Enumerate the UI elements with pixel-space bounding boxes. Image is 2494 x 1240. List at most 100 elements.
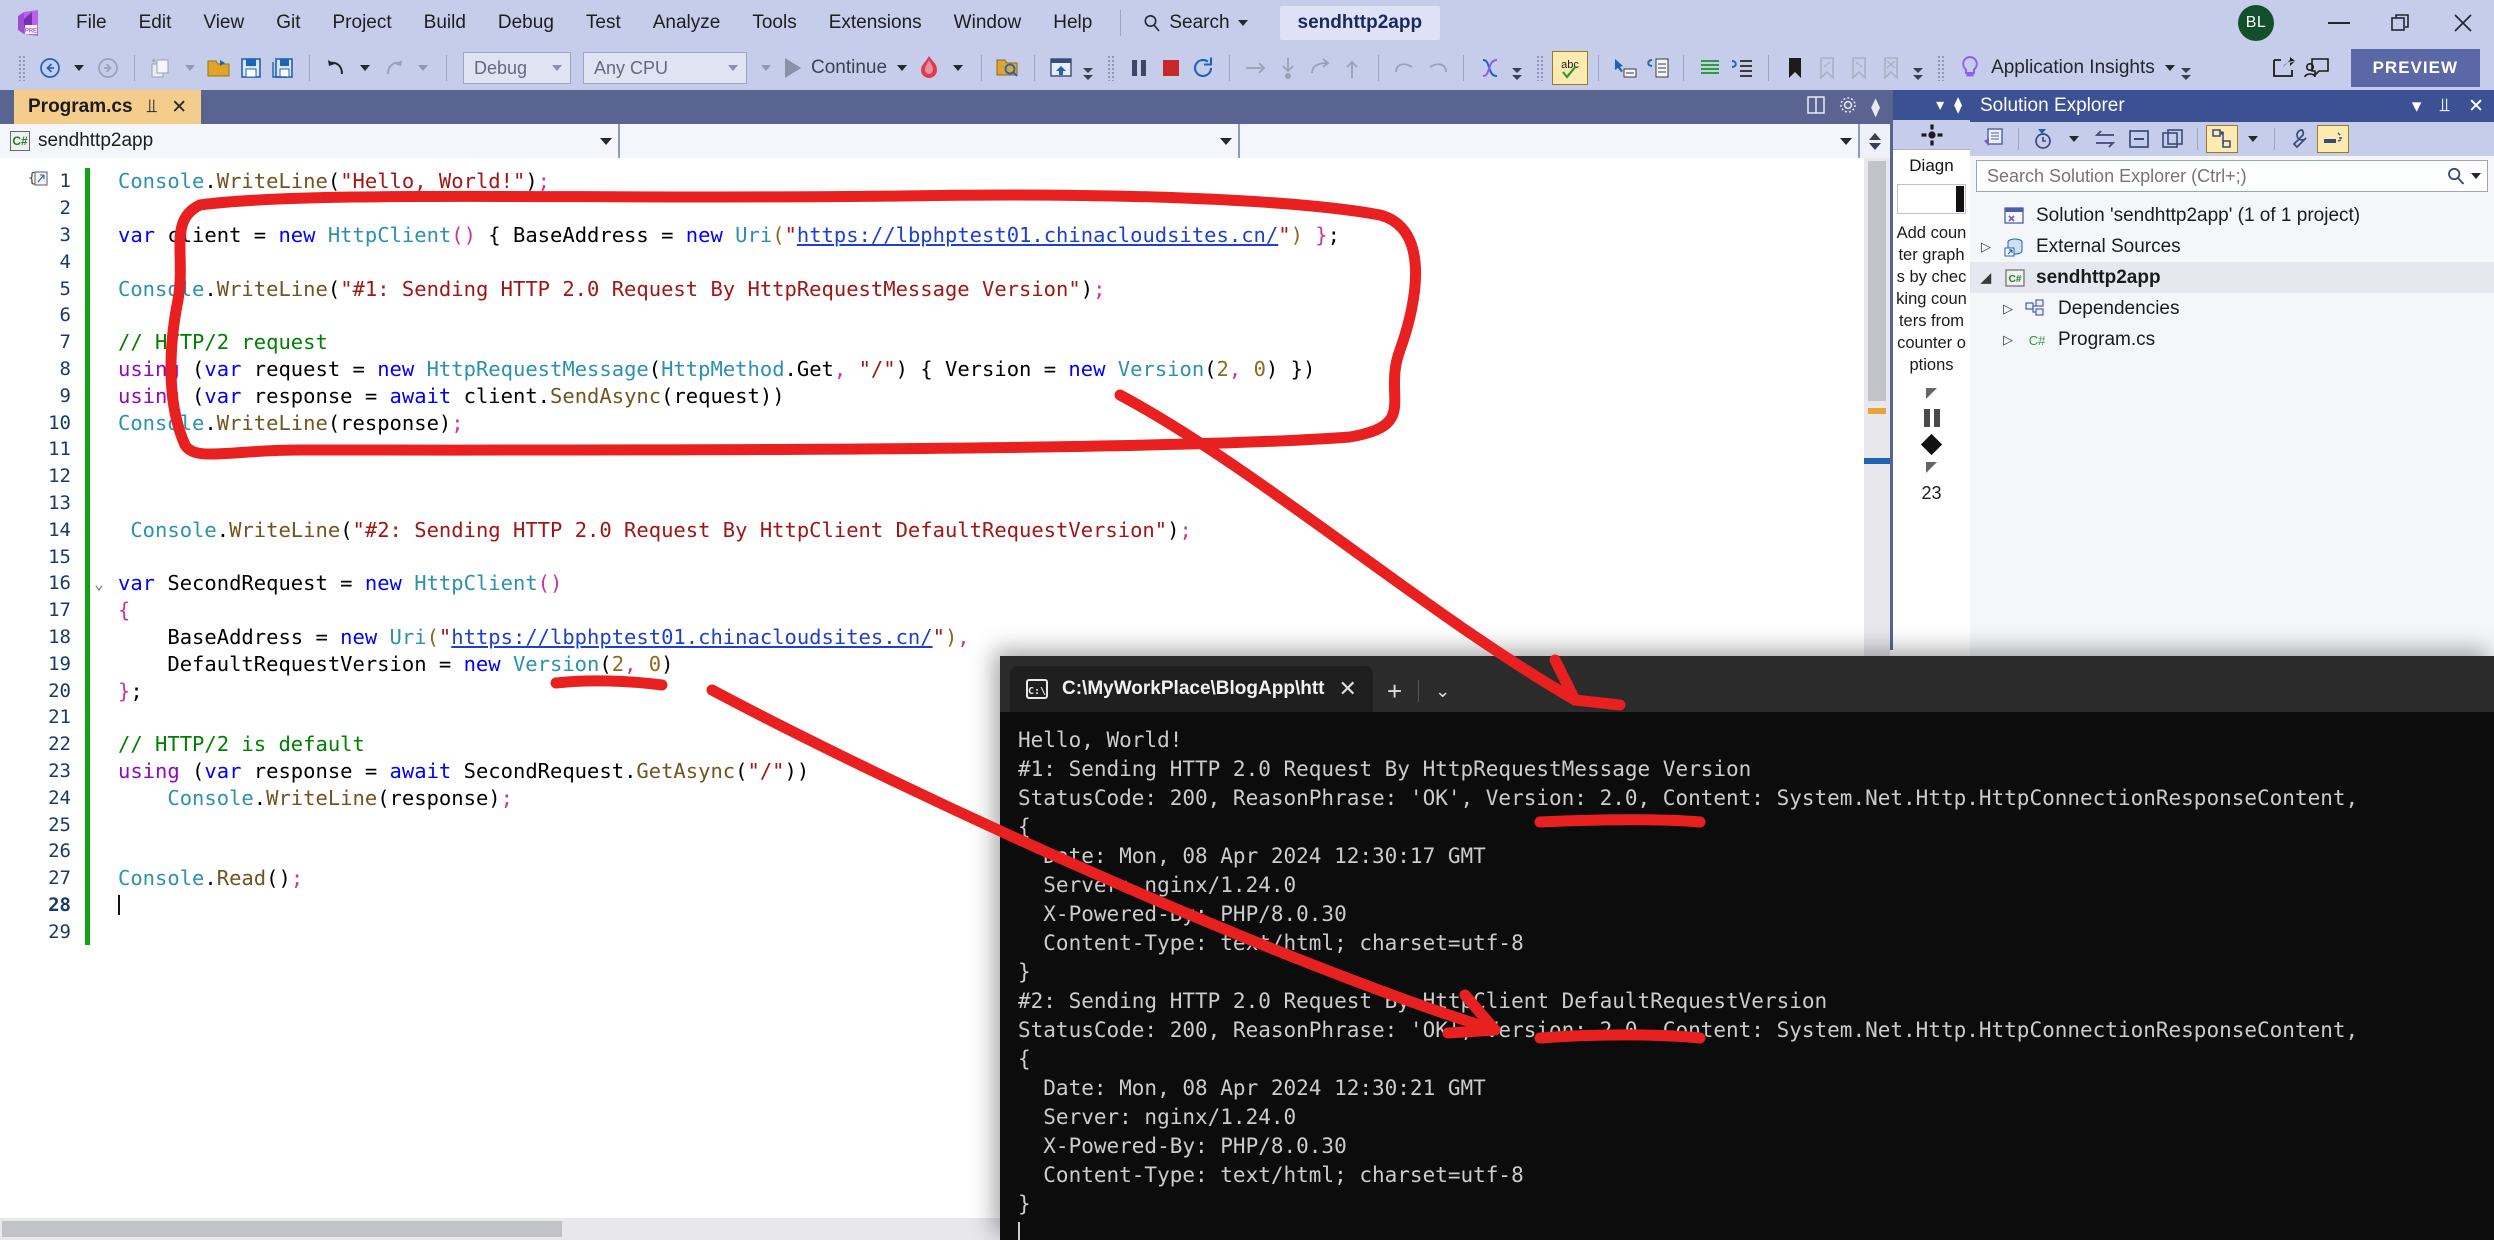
navigate-forward-button[interactable] <box>92 51 124 85</box>
save-all-button[interactable] <box>267 51 299 85</box>
clear-bookmarks-button[interactable] <box>1875 51 1907 85</box>
spell-check-button[interactable]: abc <box>1552 51 1589 85</box>
solution-configuration-combo[interactable]: Debug <box>463 52 571 84</box>
restore-button[interactable] <box>2370 0 2432 46</box>
code-line[interactable]: 6 <box>0 301 1890 329</box>
search-input[interactable] <box>1987 165 2441 187</box>
step-up-button[interactable] <box>1336 51 1368 85</box>
document-tab-program-cs[interactable]: Program.cs ⫫ ✕ <box>14 90 202 124</box>
code-line[interactable]: 8 using (var request = new HttpRequestMes… <box>0 355 1890 383</box>
menu-git[interactable]: Git <box>260 0 316 46</box>
hot-reload-button[interactable] <box>913 51 945 85</box>
increase-indent-button[interactable] <box>1726 51 1758 85</box>
new-project-button[interactable] <box>145 51 177 85</box>
filter-dropdown-icon[interactable] <box>2069 136 2079 142</box>
pin-icon[interactable]: ⫫ <box>2439 95 2450 117</box>
solution-tree-item[interactable]: ▷ External Sources <box>1970 231 2494 262</box>
fold-toggle[interactable]: ⌄ <box>90 574 108 593</box>
new-project-dropdown-icon[interactable] <box>185 65 195 71</box>
global-search-button[interactable]: Search <box>1133 12 1257 34</box>
navbar-project-combo[interactable]: C# sendhttp2app <box>0 124 620 158</box>
navigate-backward-dropdown-icon[interactable] <box>74 65 84 71</box>
code-line[interactable]: 7 // HTTP/2 request <box>0 328 1890 356</box>
step-over-button[interactable] <box>1272 51 1304 85</box>
navbar-type-combo[interactable] <box>620 124 1240 158</box>
show-all-files-button[interactable] <box>2157 125 2189 153</box>
close-icon[interactable]: ✕ <box>171 96 187 119</box>
settings-gear-icon[interactable] <box>1839 96 1857 119</box>
stop-debugging-button[interactable] <box>1155 51 1187 85</box>
hscrollbar-thumb[interactable] <box>2 1221 562 1237</box>
code-line[interactable]: 13 <box>0 489 1890 517</box>
share-button[interactable] <box>2269 51 2301 85</box>
solution-explorer-search[interactable] <box>1976 160 2488 192</box>
code-line[interactable]: 3 var client = new HttpClient() { BaseAdd… <box>0 221 1890 249</box>
menu-analyze[interactable]: Analyze <box>637 0 737 46</box>
close-icon[interactable]: ✕ <box>1339 676 1357 702</box>
code-line[interactable]: 12 <box>0 462 1890 490</box>
application-insights-button[interactable]: Application Insights <box>1953 55 2175 81</box>
pending-changes-filter-button[interactable] <box>2027 125 2059 153</box>
uncomment-selection-button[interactable] <box>1641 51 1673 85</box>
step-into-button[interactable] <box>1240 51 1272 85</box>
platform-overflow-icon[interactable] <box>761 65 771 71</box>
code-line[interactable]: 11 <box>0 435 1890 463</box>
search-options-dropdown-icon[interactable] <box>2471 173 2481 179</box>
properties-button[interactable] <box>2283 125 2315 153</box>
toggle-bookmark-button[interactable] <box>1779 51 1811 85</box>
expander-icon-2[interactable] <box>1926 462 1937 473</box>
save-button[interactable] <box>235 51 267 85</box>
code-line[interactable]: 15 <box>0 543 1890 570</box>
solution-tree-item[interactable]: ▷ C# Program.cs <box>1970 324 2494 355</box>
view-dropdown-icon[interactable] <box>2248 136 2258 142</box>
menu-build[interactable]: Build <box>408 0 482 46</box>
expander-icon[interactable] <box>1926 388 1937 399</box>
redo-dropdown-icon[interactable] <box>418 65 428 71</box>
next-bookmark-button[interactable] <box>1843 51 1875 85</box>
navbar-member-combo[interactable] <box>1240 124 1860 158</box>
expand-arrow-icon[interactable]: ◢ <box>1978 270 1994 286</box>
solution-explorer-view-button[interactable] <box>1978 125 2010 153</box>
code-line[interactable]: 9 using (var response = await client.Send… <box>0 382 1890 410</box>
toolbar-overflow-icon-4[interactable] <box>2179 68 2193 80</box>
redo-button[interactable] <box>378 51 410 85</box>
menu-help[interactable]: Help <box>1037 0 1108 46</box>
close-icon[interactable]: ✕ <box>2468 95 2484 118</box>
collapse-icon[interactable]: ▾ <box>2412 95 2422 118</box>
solution-tree[interactable]: Solution 'sendhttp2app' (1 of 1 project)… <box>1970 196 2494 355</box>
code-line[interactable]: 2 <box>0 194 1890 222</box>
show-next-statement-button[interactable] <box>1045 51 1077 85</box>
code-line[interactable]: 1 Console.WriteLine("Hello, World!"); <box>0 168 1890 195</box>
text-editor-toolbar-grip[interactable] <box>1536 55 1545 81</box>
preview-selected-items-button[interactable] <box>2317 125 2349 153</box>
step-backward-button[interactable] <box>1389 51 1421 85</box>
code-line[interactable]: 5 Console.WriteLine("#1: Sending HTTP 2.0… <box>0 275 1890 302</box>
toolbar-overflow-icon-3[interactable] <box>1911 68 1925 80</box>
solution-tree-item[interactable]: ◢ C# sendhttp2app <box>1970 262 2494 293</box>
step-forward-button[interactable] <box>1421 51 1453 85</box>
debug-toolbar-grip[interactable] <box>1107 55 1116 81</box>
user-avatar[interactable]: BL <box>2238 5 2274 41</box>
decrease-indent-button[interactable] <box>1694 51 1726 85</box>
code-line[interactable]: 18 BaseAddress = new Uri("https://lbphpt… <box>0 623 1890 651</box>
code-line[interactable]: 17 { <box>0 596 1890 624</box>
menu-debug[interactable]: Debug <box>482 0 570 46</box>
menu-tools[interactable]: Tools <box>736 0 812 46</box>
terminal-tab[interactable]: C:\ C:\MyWorkPlace\BlogApp\htt ✕ <box>1010 666 1373 712</box>
menu-extensions[interactable]: Extensions <box>813 0 938 46</box>
send-feedback-button[interactable] <box>2301 51 2333 85</box>
code-line[interactable]: 4 <box>0 248 1890 276</box>
previous-bookmark-button[interactable] <box>1811 51 1843 85</box>
undo-button[interactable] <box>320 51 352 85</box>
comment-selection-button[interactable] <box>1609 51 1641 85</box>
menu-file[interactable]: File <box>60 0 123 46</box>
restart-button[interactable] <box>1187 51 1219 85</box>
diagnostic-search-field[interactable] <box>1897 184 1966 214</box>
menu-project[interactable]: Project <box>317 0 408 46</box>
expand-arrow-icon[interactable]: ▷ <box>1978 239 1994 255</box>
minimize-button[interactable] <box>2308 0 2370 46</box>
diagnostic-tools-settings[interactable] <box>1893 120 1970 150</box>
collapse-all-button[interactable] <box>2123 125 2155 153</box>
expand-arrow-icon[interactable]: ▷ <box>2000 301 2016 317</box>
navigate-backward-button[interactable] <box>34 51 66 85</box>
